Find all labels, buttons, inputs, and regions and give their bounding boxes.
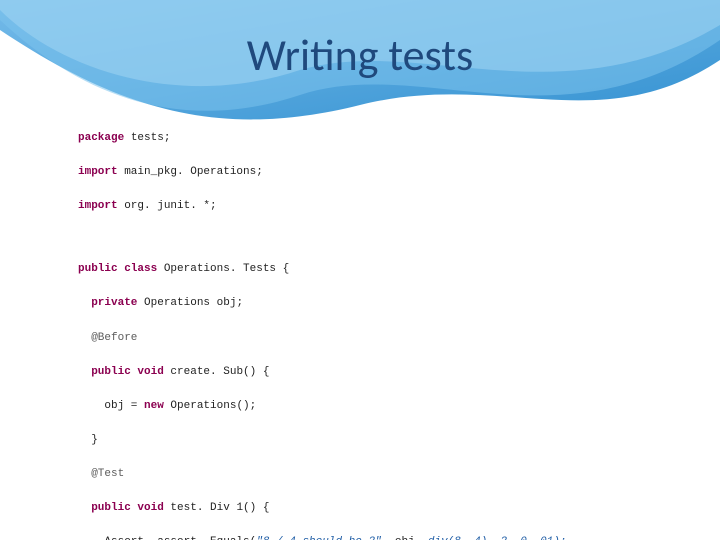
code-keyword: private xyxy=(78,297,137,309)
code-text: Operations(); xyxy=(164,400,256,412)
code-text: org. junit. *; xyxy=(118,200,217,212)
code-text: obj = xyxy=(78,400,144,412)
code-keyword: class xyxy=(118,263,158,275)
code-text: tests; xyxy=(124,132,170,144)
code-keyword: public xyxy=(78,366,131,378)
code-keyword: public xyxy=(78,502,131,514)
code-italic: div(8, 4), 2, 0. 01); xyxy=(428,536,567,540)
code-block: package tests; import main_pkg. Operatio… xyxy=(78,113,680,540)
code-string: "8 / 4 should be 2" xyxy=(256,536,381,540)
code-text: , obj. xyxy=(382,536,428,540)
code-keyword: new xyxy=(144,400,164,412)
code-text: Operations obj; xyxy=(137,297,243,309)
code-text: main_pkg. Operations; xyxy=(118,166,263,178)
code-keyword: import xyxy=(78,200,118,212)
code-text: } xyxy=(78,434,98,446)
code-annotation: @Test xyxy=(78,468,124,480)
code-text: create. Sub() { xyxy=(164,366,270,378)
code-keyword: import xyxy=(78,166,118,178)
code-keyword: package xyxy=(78,132,124,144)
code-annotation: @Before xyxy=(78,332,137,344)
code-keyword: void xyxy=(131,502,164,514)
code-text: test. Div 1() { xyxy=(164,502,270,514)
slide-title: Writing tests xyxy=(0,28,720,82)
code-text: Assert. assert. Equals( xyxy=(78,536,256,540)
code-text: Operations. Tests { xyxy=(157,263,289,275)
code-keyword: public xyxy=(78,263,118,275)
code-keyword: void xyxy=(131,366,164,378)
